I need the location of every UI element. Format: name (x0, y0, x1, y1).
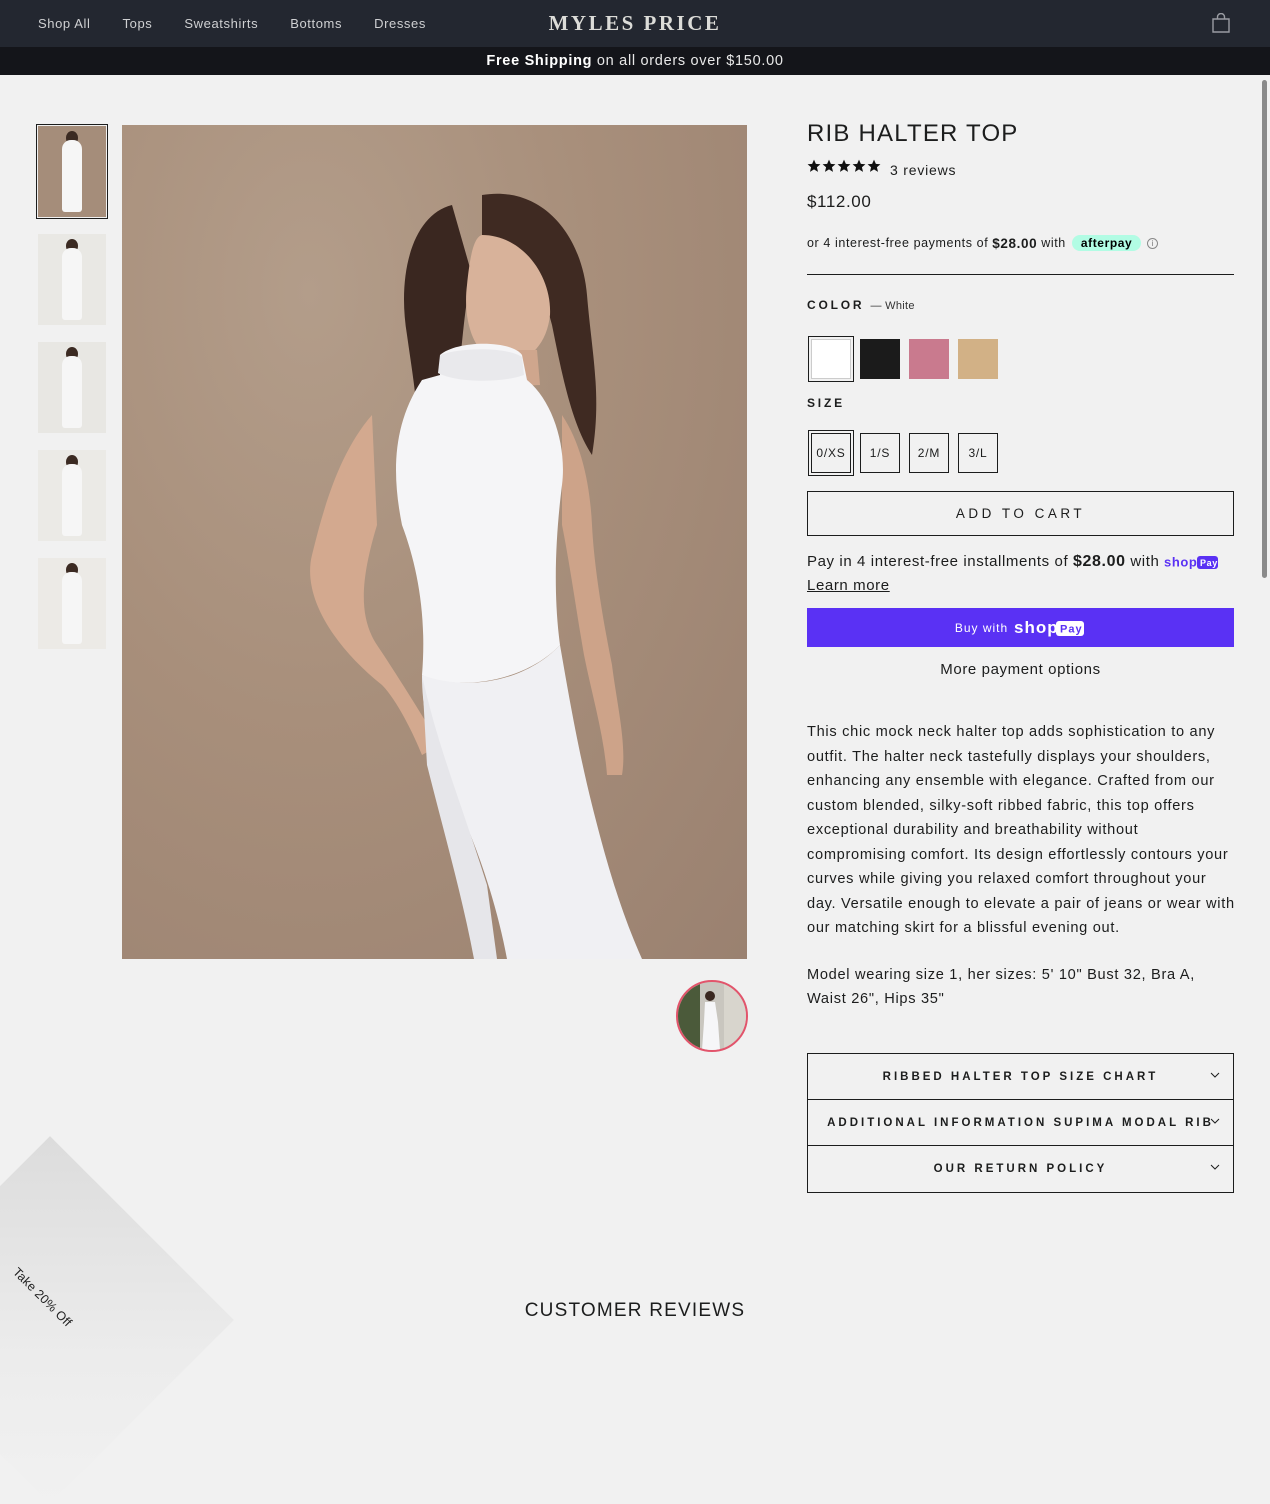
main-product-image[interactable] (122, 125, 747, 959)
size-option-s[interactable]: 1/S (860, 433, 900, 473)
chevron-down-icon (1210, 1072, 1220, 1078)
thumbnail-model (62, 356, 82, 428)
size-option-l[interactable]: 3/L (958, 433, 998, 473)
thumbnail-model (62, 140, 82, 212)
site-logo[interactable]: MYLES PRICE (0, 11, 1270, 36)
thumbnail-list (36, 124, 108, 666)
color-swatches (808, 336, 998, 382)
learn-more-link[interactable]: Learn more (807, 577, 890, 594)
swatch-white[interactable] (808, 336, 854, 382)
color-label-row: COLOR — White (807, 298, 915, 312)
add-to-cart-button[interactable]: ADD TO CART (807, 491, 1234, 536)
thumbnail-model (62, 248, 82, 320)
thumbnail-model (62, 464, 82, 536)
size-option-m[interactable]: 2/M (909, 433, 949, 473)
product-accordion: RIBBED HALTER TOP SIZE CHART ADDITIONAL … (807, 1053, 1234, 1193)
installments-amount: $28.00 (1073, 553, 1126, 570)
svg-text:shop: shop (1014, 618, 1059, 637)
selected-color: — White (870, 300, 915, 312)
star-icon (807, 159, 821, 172)
afterpay-prefix: or 4 interest-free payments of (807, 236, 989, 250)
accordion-label: RIBBED HALTER TOP SIZE CHART (882, 1070, 1159, 1083)
star-icon (822, 159, 836, 172)
announcement-bar: Free Shipping on all orders over $150.00 (0, 47, 1270, 75)
thumbnail-5[interactable] (38, 558, 106, 649)
star-icon (837, 159, 851, 172)
thumbnail-1[interactable] (36, 124, 108, 219)
size-option-xs[interactable]: 0/XS (808, 430, 854, 476)
buy-with-label: Buy with (954, 620, 1009, 635)
svg-text:Pay: Pay (1200, 558, 1218, 568)
accordion-label: ADDITIONAL INFORMATION SUPIMA MODAL RIB (827, 1116, 1214, 1129)
buy-with-shop-pay-button[interactable]: Buy with shop Pay (807, 608, 1234, 647)
announcement-bold: Free Shipping (486, 53, 593, 69)
installments-suffix: with (1130, 553, 1160, 570)
svg-text:Pay: Pay (1060, 623, 1083, 635)
star-icon (852, 159, 866, 172)
accordion-size-chart[interactable]: RIBBED HALTER TOP SIZE CHART (808, 1054, 1233, 1100)
star-icon (867, 159, 881, 172)
top-nav: Shop All Tops Sweatshirts Bottoms Dresse… (0, 0, 1270, 47)
chevron-down-icon (1210, 1164, 1220, 1170)
swatch-pink[interactable] (909, 339, 949, 379)
video-thumbnail-button[interactable] (676, 980, 748, 1052)
divider (807, 274, 1234, 275)
shop-pay-logo-icon: shop Pay (1014, 618, 1085, 637)
chevron-down-icon (1210, 1118, 1220, 1124)
thumbnail-4[interactable] (38, 450, 106, 541)
shop-pay-logo-icon: shop Pay (1164, 555, 1219, 570)
installments-prefix: Pay in 4 interest-free installments of (807, 553, 1069, 570)
size-label: SIZE (807, 396, 845, 410)
info-icon[interactable]: i (1147, 237, 1159, 249)
shop-pay-installments: Pay in 4 interest-free installments of $… (807, 550, 1234, 598)
afterpay-amount: $28.00 (992, 235, 1038, 251)
svg-text:shop: shop (1164, 555, 1197, 570)
more-payment-options-link[interactable]: More payment options (807, 661, 1234, 678)
model-info-text: Model wearing size 1, her sizes: 5' 10" … (807, 966, 1195, 1008)
afterpay-suffix: with (1041, 236, 1066, 250)
product-photo-illustration (310, 193, 642, 959)
swatch-tan[interactable] (958, 339, 998, 379)
announcement-text: on all orders over $150.00 (596, 53, 784, 69)
afterpay-message: or 4 interest-free payments of $28.00 wi… (807, 235, 1159, 251)
afterpay-badge[interactable]: afterpay (1071, 235, 1142, 251)
thumbnail-3[interactable] (38, 342, 106, 433)
color-label: COLOR (807, 298, 865, 312)
rating-stars[interactable] (807, 159, 881, 173)
thumbnail-model (62, 572, 82, 644)
product-title: RIB HALTER TOP (807, 120, 1019, 147)
product-description: This chic mock neck halter top adds soph… (807, 720, 1237, 1034)
size-options: 0/XS 1/S 2/M 3/L (808, 430, 998, 476)
accordion-return-policy[interactable]: OUR RETURN POLICY (808, 1146, 1233, 1192)
bag-icon[interactable] (1212, 13, 1230, 33)
accordion-label: OUR RETURN POLICY (933, 1163, 1108, 1175)
thumbnail-2[interactable] (38, 234, 106, 325)
page-scrollbar[interactable] (1262, 80, 1267, 578)
description-text: This chic mock neck halter top adds soph… (807, 724, 1235, 936)
customer-reviews-heading: CUSTOMER REVIEWS (524, 1300, 746, 1321)
video-thumbnail-illustration (678, 982, 746, 1050)
accordion-additional-info[interactable]: ADDITIONAL INFORMATION SUPIMA MODAL RIB (808, 1100, 1233, 1146)
product-price: $112.00 (807, 192, 872, 211)
swatch-black[interactable] (860, 339, 900, 379)
review-count-link[interactable]: 3 reviews (890, 162, 956, 178)
